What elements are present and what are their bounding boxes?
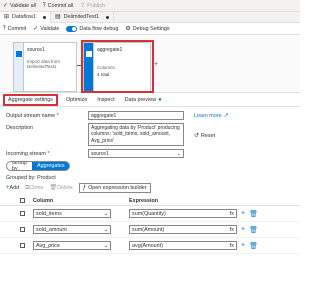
table-header: Column Expression (0, 196, 300, 206)
row-actions: + 🗑 (241, 210, 258, 218)
reset-button[interactable]: ↺ Reset (194, 123, 215, 139)
checkmark-icon: ✓ (33, 25, 39, 32)
column-cell: sold_items ⌄ (33, 209, 119, 218)
debug-settings-button[interactable]: ⚙ Debug Settings (125, 26, 169, 32)
node-side (14, 43, 24, 91)
required-marker: * (47, 151, 50, 157)
dataflow-canvas[interactable]: source1 Import data from DelimitedText1 … (0, 35, 300, 93)
row-checkbox[interactable] (20, 227, 25, 232)
trash-icon[interactable]: 🗑 (249, 242, 258, 250)
expression-header: Expression (129, 197, 159, 204)
tab-aggregate-settings[interactable]: Aggregate settings (3, 93, 58, 106)
fx-icon[interactable]: fx (230, 227, 234, 233)
chevron-down-icon: ⌄ (103, 243, 108, 249)
description-row: Description Aggregating data by 'Product… (6, 123, 294, 146)
row-checkbox[interactable] (20, 211, 25, 216)
unsaved-dot-icon (106, 15, 110, 19)
add-transform-icon[interactable]: + (154, 61, 158, 68)
field-label: Incoming stream * (6, 151, 50, 157)
field-label: Description (6, 125, 33, 131)
column-select[interactable]: sold_amount ⌄ (33, 225, 111, 234)
fx-icon[interactable]: fx (230, 211, 234, 217)
validate-all-button[interactable]: ✓ Validate all (3, 3, 36, 9)
output-stream-row: Output stream name * aggregate1 Learn mo… (6, 111, 294, 120)
groupby-aggregates-switch[interactable]: Group by Aggregates (6, 161, 70, 171)
publish-icon: ⇪ (80, 2, 86, 9)
row-actions: + 🗑 (241, 226, 258, 234)
trash-icon: 🗑 (49, 185, 58, 191)
dataflow-toolbar: ⤒ Commit ✓ Validate Data flow debug ⚙ De… (0, 23, 300, 35)
column-select[interactable]: sold_items ⌄ (33, 209, 111, 218)
incoming-stream-row: Incoming stream * source1 ⌄ (6, 149, 294, 158)
expression-input[interactable]: sum(Quantity) fx (129, 209, 237, 218)
clone-button[interactable]: ⧉ Clone (25, 185, 43, 191)
tab-inspect[interactable]: Inspect (95, 94, 116, 106)
add-row-icon[interactable]: + (241, 242, 245, 249)
field-label: Output stream name * (6, 113, 59, 119)
add-row-icon[interactable]: + (241, 226, 245, 233)
column-select[interactable]: Avg_price ⌄ (33, 241, 111, 250)
column-cell: Avg_price ⌄ (33, 241, 119, 250)
checkmark-icon: ✓ (3, 2, 9, 9)
learn-more-link[interactable]: Learn more ↗ (194, 111, 229, 119)
settings-icon: ⚙ (125, 25, 131, 32)
open-expression-builder-button[interactable]: ƒ Open expression builder (78, 183, 151, 193)
commit-all-button[interactable]: ⤒ Commit all (43, 3, 73, 9)
select-all-checkbox[interactable] (20, 198, 25, 203)
commit-icon: ⤒ (3, 25, 6, 32)
top-toolbar: ✓ Validate all ⤒ Commit all ⇪ Publish (0, 0, 300, 12)
source1-node[interactable]: source1 Import data from DelimitedText1 (13, 42, 77, 92)
trash-icon[interactable]: 🗑 (249, 210, 258, 218)
group-by-option[interactable]: Group by (7, 162, 32, 170)
expression-input[interactable]: avg(Amount) fx (129, 241, 237, 250)
table-row: sold_amount ⌄ sum(Amount) fx + 🗑 (0, 222, 300, 238)
source-icon (16, 51, 22, 57)
column-actions: + Add ⧉ Clone 🗑 Delete ƒ Open expression… (0, 183, 300, 193)
add-row-icon[interactable]: + (241, 210, 245, 217)
tab-bar: ⊞ Dataflow1 ▤ DelimitedText1 (0, 11, 300, 23)
dataset-icon: ▤ (55, 14, 61, 20)
tab-data-preview[interactable]: Data preview ● (123, 94, 164, 106)
chevron-down-icon: ⌄ (103, 227, 108, 233)
data-flow-debug-toggle[interactable]: Data flow debug (66, 25, 118, 32)
description-textarea[interactable]: Aggregating data by 'Product' producing … (88, 123, 184, 146)
expression-input[interactable]: sum(Amount) fx (129, 225, 237, 234)
delete-button[interactable]: 🗑 Delete (50, 185, 73, 191)
column-cell: sold_amount ⌄ (33, 225, 119, 234)
fx-icon[interactable]: fx (230, 243, 234, 249)
toggle-switch[interactable] (66, 25, 78, 32)
table-row: Avg_price ⌄ avg(Amount) fx + 🗑 (0, 238, 300, 254)
settings-form: Output stream name * aggregate1 Learn mo… (0, 107, 300, 158)
trash-icon[interactable]: 🗑 (249, 226, 258, 234)
add-button[interactable]: + Add (6, 185, 19, 191)
table-row: sold_items ⌄ sum(Quantity) fx + 🗑 (0, 206, 300, 222)
output-stream-input[interactable]: aggregate1 (88, 111, 184, 120)
row-actions: + 🗑 (241, 242, 258, 250)
reset-icon: ↺ (194, 133, 200, 139)
tab-optimize[interactable]: Optimize (64, 94, 89, 106)
highlight-box (81, 40, 154, 93)
row-checkbox[interactable] (20, 243, 25, 248)
publish-button[interactable]: ⇪ Publish (80, 3, 105, 9)
status-dot-icon: ● (158, 96, 162, 103)
unsaved-dot-icon (43, 15, 47, 19)
incoming-stream-select[interactable]: source1 ⌄ (88, 149, 184, 158)
external-link-icon: ↗ (223, 113, 229, 119)
dataflow-icon: ⊞ (4, 14, 10, 20)
column-header: Column (33, 197, 54, 204)
chevron-down-icon: ⌄ (103, 211, 108, 217)
aggregates-option[interactable]: Aggregates (31, 162, 69, 170)
grouped-by-label: Grouped by: Product (6, 175, 56, 181)
tab-dataflow1[interactable]: ⊞ Dataflow1 (0, 11, 52, 23)
commit-icon: ⤒ (43, 2, 46, 9)
chevron-down-icon: ⌄ (176, 151, 181, 157)
settings-tabs: Aggregate settings Optimize Inspect Data… (0, 93, 300, 107)
expression-icon: ƒ (82, 185, 87, 191)
required-marker: * (56, 113, 59, 119)
node-title: source1 (27, 47, 45, 53)
validate-button[interactable]: ✓ Validate (33, 26, 59, 32)
tab-delimitedtext1[interactable]: ▤ DelimitedText1 (51, 11, 115, 23)
node-subtitle: Import data from DelimitedText1 (27, 59, 61, 70)
commit-button[interactable]: ⤒ Commit (3, 26, 26, 32)
